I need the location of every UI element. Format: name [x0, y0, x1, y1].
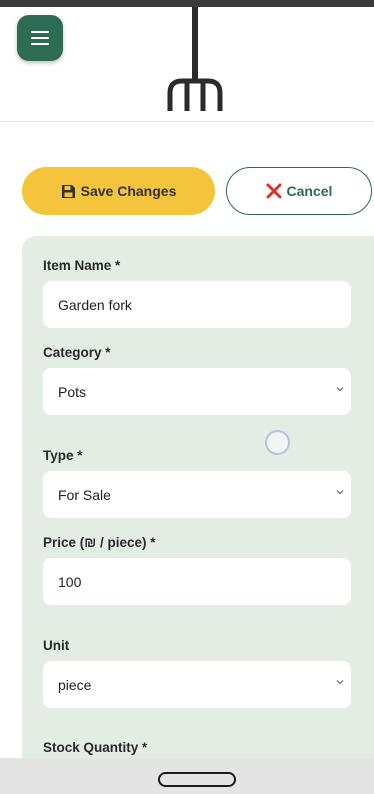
type-select[interactable]: For Sale [43, 471, 351, 518]
type-label: Type * [43, 448, 83, 463]
item-name-label: Item Name * [43, 258, 121, 273]
system-navigation-bar [0, 758, 374, 794]
cancel-button-label: Cancel [286, 183, 333, 199]
home-indicator[interactable] [158, 772, 236, 787]
category-label: Category * [43, 345, 111, 360]
garden-fork-icon [167, 7, 223, 111]
chevron-down-icon [336, 387, 344, 392]
touch-indicator [265, 430, 290, 455]
stock-quantity-label: Stock Quantity * [43, 740, 148, 755]
type-value: For Sale [58, 486, 111, 503]
cancel-button[interactable]: Cancel [226, 167, 372, 215]
chevron-down-icon [336, 490, 344, 495]
unit-label: Unit [43, 638, 70, 653]
x-close-icon [266, 183, 282, 199]
status-strip [0, 0, 374, 7]
app-header [0, 7, 374, 122]
category-select[interactable]: Pots [43, 368, 351, 415]
floppy-disk-icon [61, 184, 76, 199]
hamburger-menu-icon [31, 31, 49, 45]
item-name-input[interactable]: Garden fork [43, 281, 351, 328]
price-label: Price (₪ / piece) * [43, 535, 156, 550]
menu-button[interactable] [17, 15, 63, 61]
category-value: Pots [58, 383, 87, 400]
price-input[interactable]: 100 [43, 558, 351, 605]
save-button-label: Save Changes [80, 183, 177, 199]
item-name-value: Garden fork [58, 296, 132, 313]
unit-value: piece [58, 676, 92, 693]
price-value: 100 [58, 573, 82, 590]
save-changes-button[interactable]: Save Changes [22, 167, 215, 215]
unit-select[interactable]: piece [43, 661, 351, 708]
chevron-down-icon [336, 680, 344, 685]
